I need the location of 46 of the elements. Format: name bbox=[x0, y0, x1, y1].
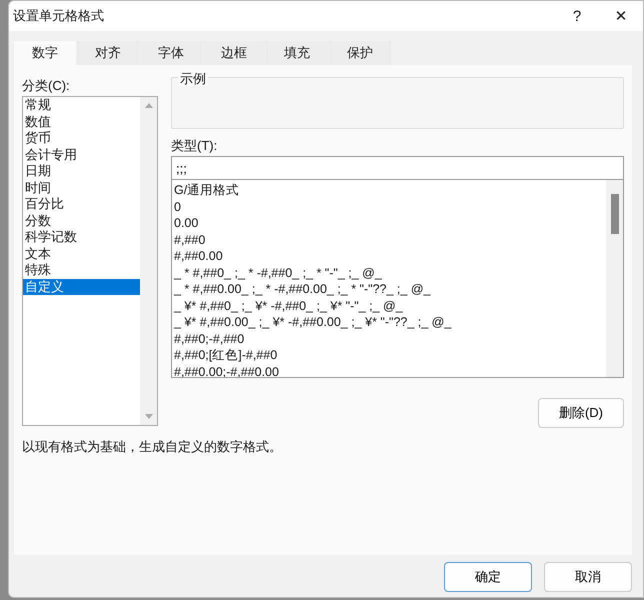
help-button[interactable]: ? bbox=[555, 1, 599, 31]
tab[interactable]: 对齐 bbox=[77, 41, 139, 65]
scroll-up-icon[interactable] bbox=[144, 103, 152, 108]
category-label: 分类(C): bbox=[22, 77, 71, 95]
format-item[interactable]: _ * #,##0.00_ ;_ * -#,##0.00_ ;_ * "-"??_ ;_ @_ bbox=[172, 281, 606, 298]
format-item[interactable]: _ * #,##0_ ;_ * -#,##0_ ;_ * "-"_ ;_ @_ bbox=[172, 264, 606, 281]
category-item[interactable]: 百分比 bbox=[23, 196, 140, 212]
category-item[interactable]: 特殊 bbox=[23, 262, 140, 278]
format-item[interactable]: _ ¥* #,##0_ ;_ ¥* -#,##0_ ;_ ¥* "-"_ ;_ @_ bbox=[172, 298, 606, 314]
tab[interactable]: 填充 bbox=[266, 41, 328, 65]
category-item[interactable]: 日期 bbox=[23, 163, 140, 180]
type-field[interactable]: ;;; bbox=[171, 156, 624, 180]
format-item[interactable]: 0.00 bbox=[172, 215, 606, 232]
format-item[interactable]: 0 bbox=[172, 198, 606, 215]
tab[interactable]: 字体 bbox=[140, 41, 202, 65]
window-title: 设置单元格格式 bbox=[13, 7, 105, 25]
ok-button[interactable]: 确定 bbox=[444, 562, 532, 592]
format-item[interactable]: G/通用格式 bbox=[172, 182, 606, 198]
tab[interactable]: 边框 bbox=[203, 41, 265, 65]
cancel-button[interactable]: 取消 bbox=[544, 562, 632, 592]
category-item[interactable]: 货币 bbox=[23, 130, 140, 146]
category-item[interactable]: 科学记数 bbox=[23, 229, 140, 246]
category-item[interactable]: 分数 bbox=[23, 212, 140, 229]
format-item[interactable]: #,##0.00 bbox=[172, 248, 606, 264]
category-list[interactable]: 常规 数值 货币 会计专用 日期 时间 百分比 分数 科学记数 文本 特殊 自定义 bbox=[22, 96, 158, 426]
delete-button[interactable]: 删除(D) bbox=[538, 398, 624, 428]
format-item[interactable]: #,##0;[红色]-#,##0 bbox=[172, 347, 606, 364]
category-item[interactable]: 文本 bbox=[23, 246, 140, 262]
category-item[interactable]: 自定义 bbox=[23, 278, 140, 295]
format-item[interactable]: #,##0.00;-#,##0.00 bbox=[172, 364, 606, 377]
scroll-down-icon[interactable] bbox=[144, 414, 152, 419]
category-item[interactable]: 会计专用 bbox=[23, 146, 140, 163]
format-list[interactable] bbox=[171, 180, 624, 378]
format-item[interactable]: _ ¥* #,##0.00_ ;_ ¥* -#,##0.00_ ;_ ¥* "-"??_ ;_ @_ bbox=[172, 314, 606, 330]
type-label: 类型(T): bbox=[171, 137, 218, 155]
format-item[interactable]: #,##0 bbox=[172, 232, 606, 248]
tab[interactable]: 保护 bbox=[329, 41, 391, 65]
description-text: 以现有格式为基础，生成自定义的数字格式。 bbox=[22, 438, 283, 456]
category-item[interactable]: 数值 bbox=[23, 114, 140, 130]
category-item[interactable]: 常规 bbox=[23, 97, 140, 114]
format-item[interactable]: #,##0;-#,##0 bbox=[172, 330, 606, 347]
sample-label: 示例 bbox=[178, 71, 208, 86]
scrollbar-thumb[interactable] bbox=[610, 194, 618, 234]
category-item[interactable]: 时间 bbox=[23, 180, 140, 196]
tab[interactable]: 数字 bbox=[14, 41, 76, 65]
close-button[interactable]: ✕ bbox=[599, 1, 643, 31]
